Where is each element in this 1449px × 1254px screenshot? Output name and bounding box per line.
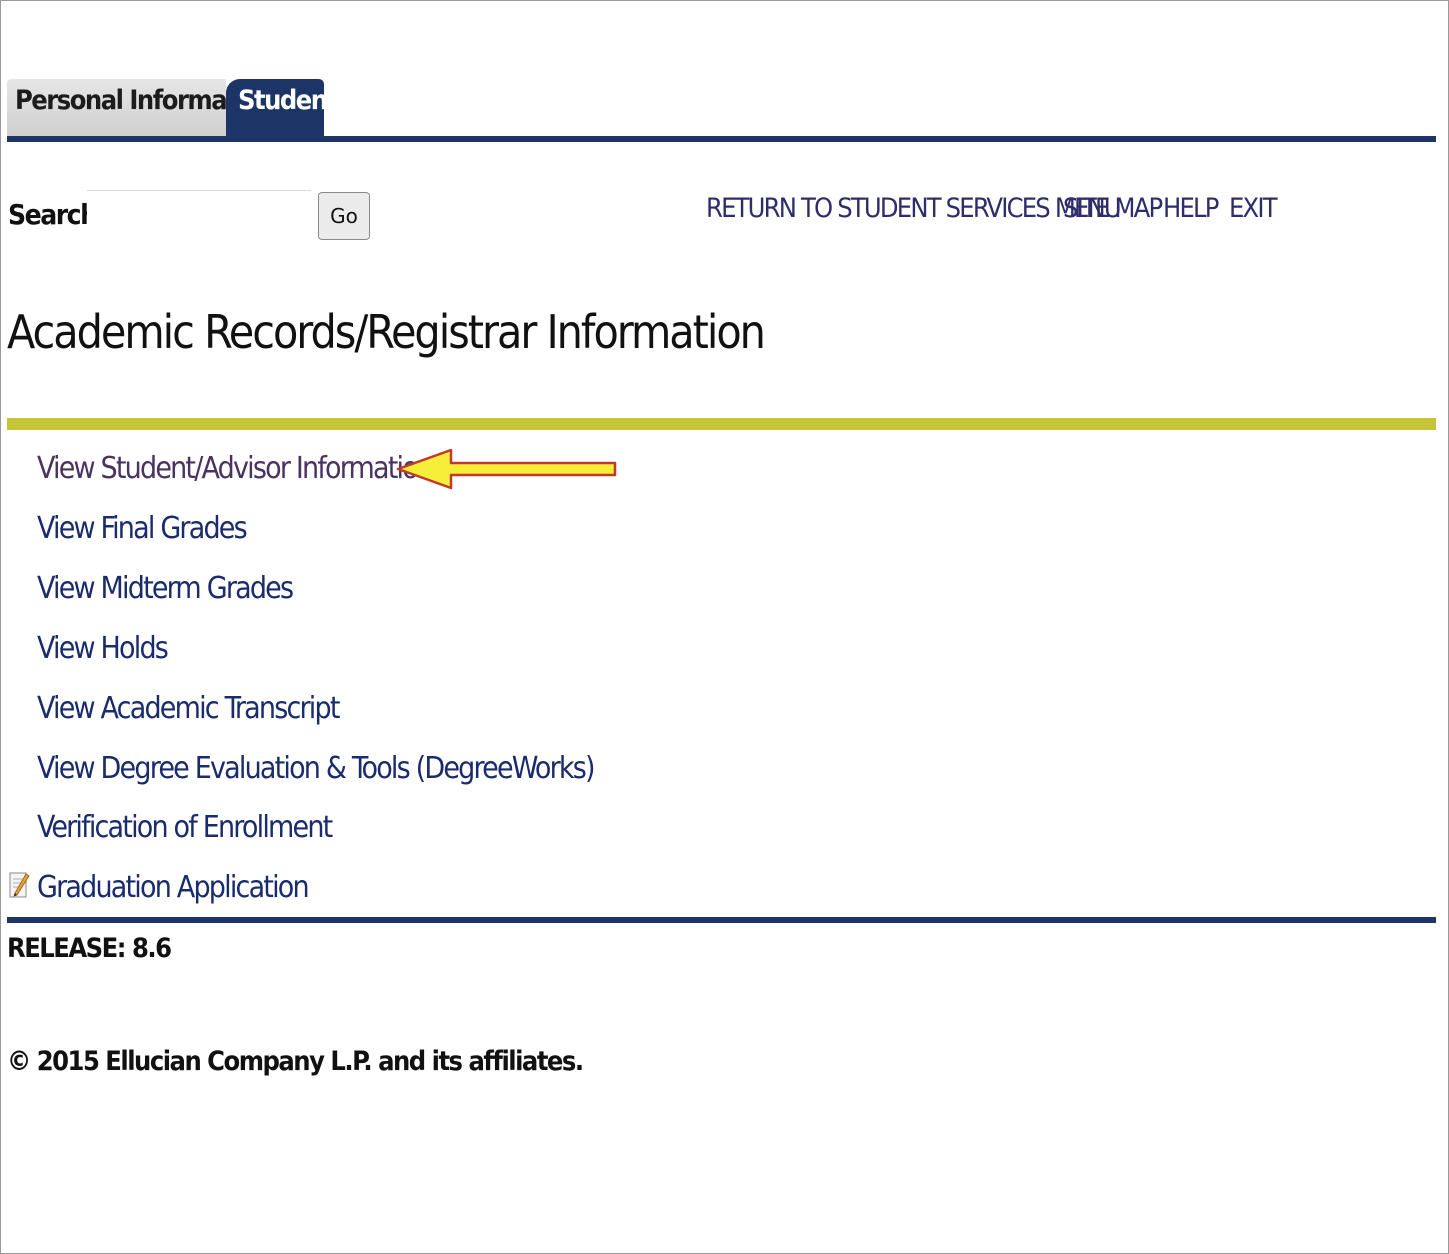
site-map-link[interactable]: SITE MAP (1063, 193, 1163, 224)
view-degree-evaluation-link[interactable]: View Degree Evaluation & Tools (DegreeWo… (37, 751, 596, 786)
return-to-student-services-link[interactable]: RETURN TO STUDENT SERVICES MENU (706, 193, 1122, 224)
footer-rule (7, 917, 1436, 923)
tab-personal-information[interactable]: Personal Information (7, 79, 276, 138)
view-academic-transcript-link[interactable]: View Academic Transcript (37, 691, 340, 726)
search-input[interactable] (87, 190, 311, 240)
exit-link[interactable]: EXIT (1229, 193, 1278, 224)
search-label: Search (8, 198, 98, 231)
view-final-grades-link[interactable]: View Final Grades (37, 511, 248, 546)
document-edit-icon (9, 870, 31, 900)
view-midterm-grades-link[interactable]: View Midterm Grades (37, 571, 294, 606)
title-accent-rule (7, 418, 1436, 430)
go-button[interactable]: Go (318, 192, 370, 240)
view-student-advisor-information-link[interactable]: View Student/Advisor Information (37, 451, 434, 486)
copyright-text: © 2015 Ellucian Company L.P. and its aff… (7, 1046, 584, 1077)
callout-arrow-icon (395, 446, 620, 492)
help-link[interactable]: HELP (1163, 193, 1219, 224)
view-holds-link[interactable]: View Holds (37, 631, 169, 666)
verification-of-enrollment-link[interactable]: Verification of Enrollment (37, 810, 333, 845)
release-info: RELEASE: 8.6 (7, 933, 172, 964)
page-title: Academic Records/Registrar Information (7, 305, 766, 359)
tab-student[interactable]: Student (226, 79, 338, 138)
graduation-application-link[interactable]: Graduation Application (37, 870, 310, 905)
tab-bar-rule (7, 136, 1436, 142)
